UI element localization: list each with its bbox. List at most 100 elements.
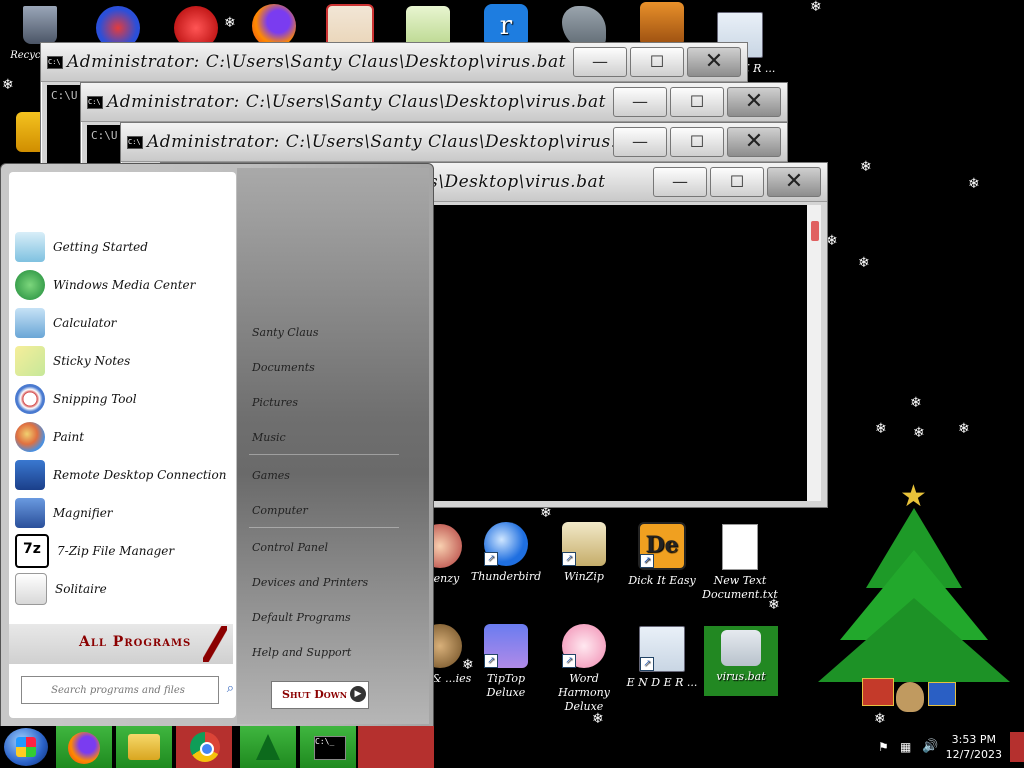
clock-time: 3:53 PM: [951, 733, 996, 746]
snowflake: ❄: [592, 711, 604, 727]
maximize-button[interactable]: ☐: [630, 47, 684, 77]
minimize-button[interactable]: —: [613, 87, 667, 117]
minimize-button[interactable]: —: [613, 127, 667, 157]
taskbar: C:\_ ⚑ ▦ 🔊 3:53 PM 12/7/2023: [0, 726, 1024, 768]
console-icon: C:\: [87, 96, 103, 109]
scrollbar-thumb[interactable]: [811, 221, 819, 241]
icon-label: Word Harmony Deluxe: [558, 672, 610, 713]
shut-down-button[interactable]: Shut Down ▶: [271, 681, 369, 709]
program-label: Calculator: [53, 316, 117, 330]
place-pictures[interactable]: Pictures: [252, 396, 298, 409]
icon-label: Thunderbird: [470, 570, 542, 583]
start-menu-places: Santy Claus Documents Pictures Music Gam…: [237, 168, 429, 724]
sticky-notes-icon: [15, 346, 45, 376]
program-label: Magnifier: [53, 506, 113, 520]
snipping-tool-icon: [15, 384, 45, 414]
place-computer[interactable]: Computer: [252, 504, 308, 517]
close-button[interactable]: ✕: [687, 47, 741, 77]
taskbar-command-prompt[interactable]: C:\_: [300, 726, 356, 768]
program-calculator[interactable]: Calculator: [15, 306, 233, 340]
start-button[interactable]: [4, 728, 48, 766]
taskbar-firefox[interactable]: [56, 726, 112, 768]
ender-bottom-icon[interactable]: ↗ E N D E R ...: [622, 626, 702, 690]
taskbar-file-explorer[interactable]: [116, 726, 172, 768]
tiptop-deluxe-icon[interactable]: ↗ TipTop Deluxe: [466, 624, 546, 700]
console-icon: C:\_: [314, 736, 346, 760]
search-input[interactable]: [26, 678, 210, 702]
all-programs-label: All Programs: [79, 634, 192, 650]
program-label: Paint: [53, 430, 85, 444]
maximize-button[interactable]: ☐: [710, 167, 764, 197]
thunderbird-icon[interactable]: ↗ Thunderbird: [466, 522, 546, 584]
program-7zip[interactable]: 7z 7-Zip File Manager: [15, 534, 233, 568]
snowflake: ❄: [958, 421, 970, 437]
place-documents[interactable]: Documents: [252, 361, 315, 374]
snowflake: ❄: [810, 0, 822, 15]
christmas-tree-decoration: ★: [816, 482, 1012, 718]
icon-label: TipTop Deluxe: [486, 672, 526, 699]
icon-label: WinZip: [564, 570, 604, 583]
vertical-scrollbar[interactable]: [807, 205, 821, 501]
close-button[interactable]: ✕: [727, 87, 781, 117]
clock[interactable]: 3:53 PM 12/7/2023: [946, 732, 1002, 762]
search-icon[interactable]: ⌕: [227, 681, 234, 696]
volume-icon[interactable]: 🔊: [922, 739, 938, 754]
dick-it-easy-icon[interactable]: De ↗ Dick It Easy: [622, 522, 702, 588]
program-label: 7-Zip File Manager: [57, 544, 175, 558]
all-programs-button[interactable]: All Programs: [9, 624, 233, 664]
program-label: Windows Media Center: [53, 278, 196, 292]
system-tray: ⚑ ▦ 🔊 3:53 PM 12/7/2023: [864, 726, 1024, 768]
title-bar[interactable]: C:\ Administrator: C:\Users\Santy Claus\…: [41, 43, 747, 82]
shut-down-label: Shut Down: [282, 688, 348, 701]
program-magnifier[interactable]: Magnifier: [15, 496, 233, 530]
firefox-icon: [68, 732, 100, 764]
taskbar-chrome[interactable]: [176, 726, 232, 768]
start-menu: Santy Claus Documents Pictures Music Gam…: [0, 163, 434, 727]
place-games[interactable]: Games: [252, 469, 290, 482]
place-default-programs[interactable]: Default Programs: [252, 611, 351, 624]
place-music[interactable]: Music: [252, 431, 286, 444]
show-desktop-button[interactable]: [1010, 732, 1024, 762]
program-paint[interactable]: Paint: [15, 420, 233, 454]
icon-label: New Text Document.txt: [702, 574, 778, 601]
media-center-icon: [15, 270, 45, 300]
minimize-button[interactable]: —: [573, 47, 627, 77]
place-control-panel[interactable]: Control Panel: [252, 541, 328, 554]
search-box[interactable]: ⌕: [21, 676, 234, 704]
taskbar-christmas-app[interactable]: [240, 726, 296, 768]
minimize-button[interactable]: —: [653, 167, 707, 197]
close-button[interactable]: ✕: [767, 167, 821, 197]
program-sticky-notes[interactable]: Sticky Notes: [15, 344, 233, 378]
program-windows-media-center[interactable]: Windows Media Center: [15, 268, 233, 302]
window-title: Administrator: C:\Users\Santy Claus\Desk…: [147, 132, 646, 152]
new-text-document-icon[interactable]: New Text Document.txt: [700, 524, 780, 602]
network-icon[interactable]: ▦: [900, 740, 911, 754]
title-bar[interactable]: C:\ Administrator: C:\Users\Santy Claus\…: [81, 83, 787, 122]
title-bar[interactable]: C:\ Administrator: C:\Users\Santy Claus\…: [121, 123, 787, 162]
close-button[interactable]: ✕: [727, 127, 781, 157]
maximize-button[interactable]: ☐: [670, 87, 724, 117]
winzip-icon[interactable]: ↗ WinZip: [544, 522, 624, 584]
virus-bat-icon[interactable]: virus.bat: [704, 626, 778, 696]
paint-icon: [15, 422, 45, 452]
snowflake: ❄: [910, 395, 922, 411]
flag-icon[interactable]: ⚑: [878, 740, 889, 754]
program-label: Getting Started: [53, 240, 148, 254]
taskbar-empty-slot[interactable]: [358, 726, 434, 768]
divider: [249, 527, 399, 528]
word-harmony-icon[interactable]: ↗ Word Harmony Deluxe: [544, 624, 624, 714]
window-title: s\Desktop\virus.bat: [429, 172, 606, 192]
place-user-folder[interactable]: Santy Claus: [252, 326, 319, 339]
place-help-and-support[interactable]: Help and Support: [252, 646, 351, 659]
icon-label: E N D E R ...: [626, 676, 698, 689]
window-title: Administrator: C:\Users\Santy Claus\Desk…: [107, 92, 606, 112]
place-devices-and-printers[interactable]: Devices and Printers: [252, 576, 368, 589]
snowflake: ❄: [2, 77, 14, 93]
program-remote-desktop[interactable]: Remote Desktop Connection: [15, 458, 233, 492]
program-snipping-tool[interactable]: Snipping Tool: [15, 382, 233, 416]
shutdown-options-arrow-icon[interactable]: ▶: [350, 686, 366, 702]
console-icon: C:\: [47, 56, 63, 69]
program-getting-started[interactable]: Getting Started: [15, 230, 233, 264]
program-solitaire[interactable]: Solitaire: [15, 572, 233, 606]
maximize-button[interactable]: ☐: [670, 127, 724, 157]
